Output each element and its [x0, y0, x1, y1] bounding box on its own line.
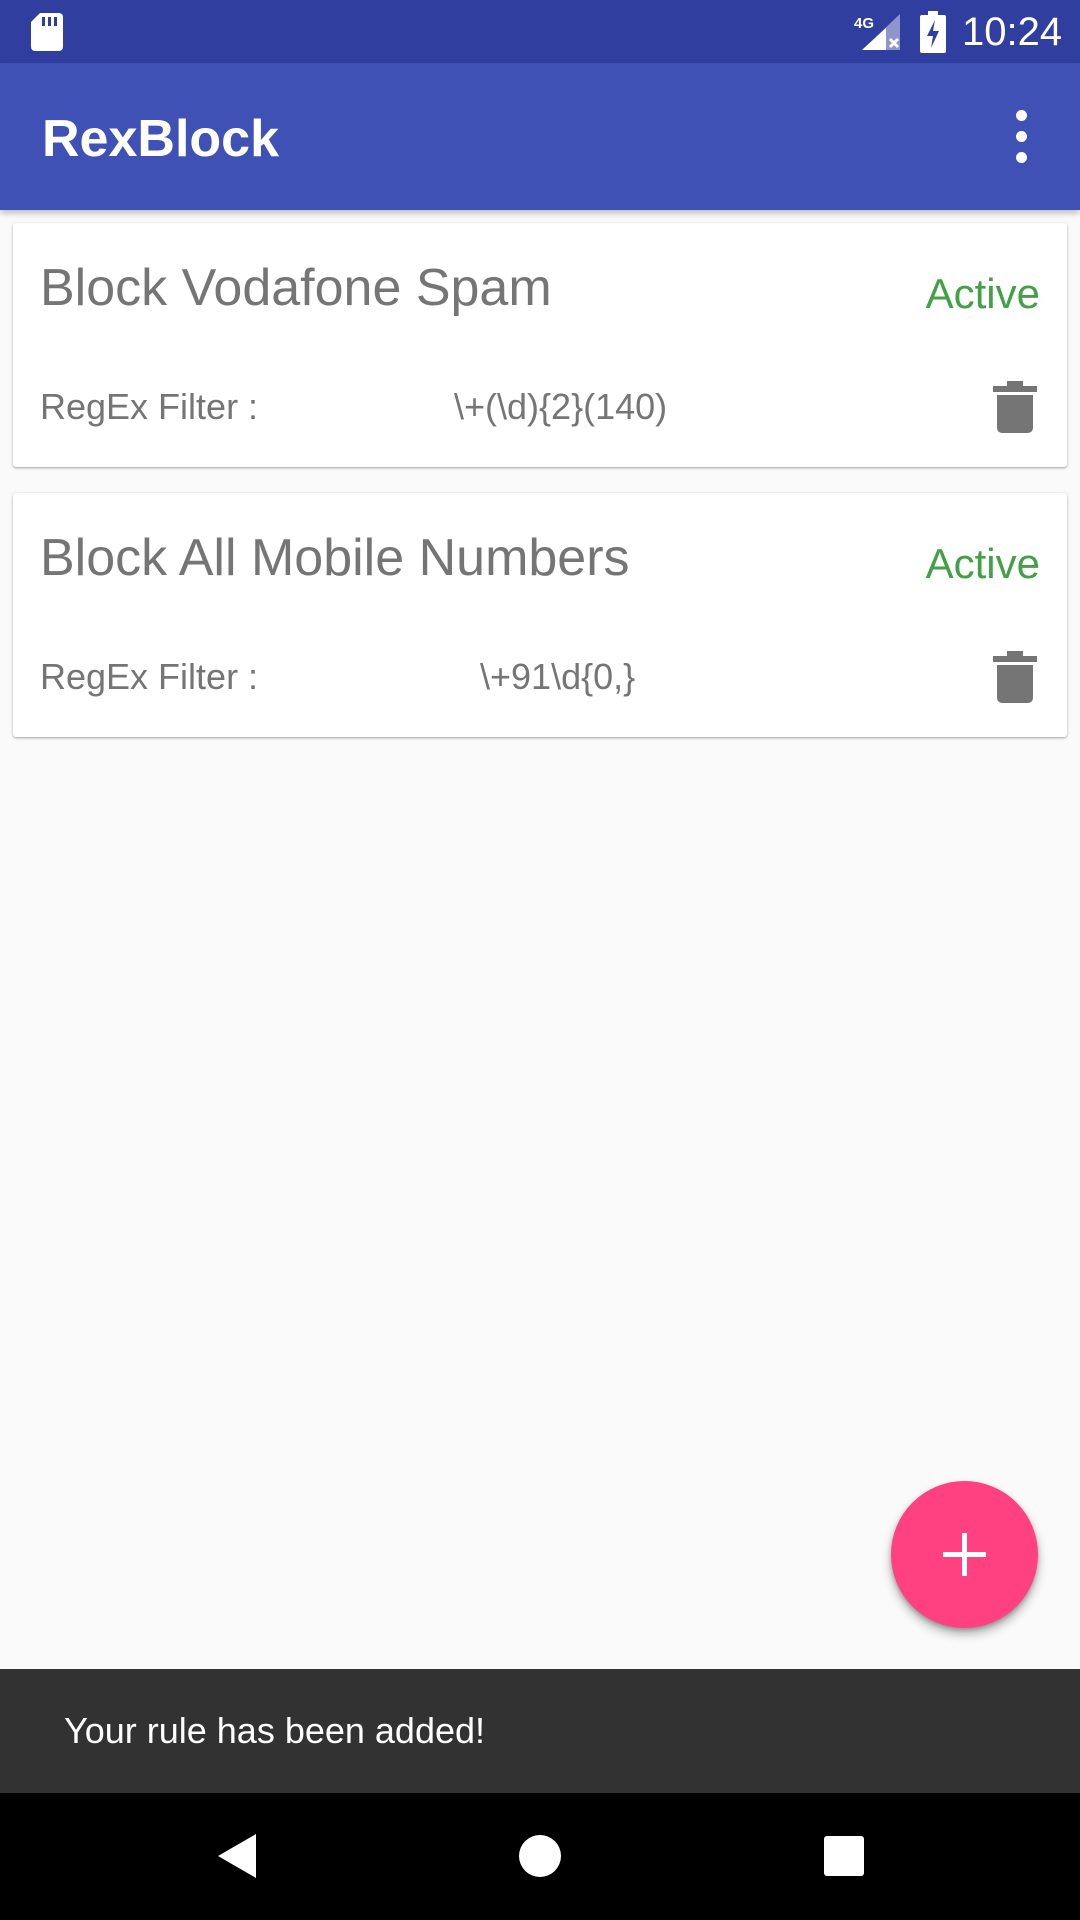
network-type-label: 4G: [854, 15, 874, 32]
back-icon[interactable]: [206, 1826, 266, 1886]
filter-value: \+(\d){2}(140): [454, 386, 668, 427]
filter-value: \+91\d{0,}: [480, 656, 636, 697]
rule-card[interactable]: Block All Mobile Numbers Active RegEx Fi…: [13, 493, 1067, 737]
navigation-bar: [0, 1793, 1080, 1920]
battery-charging-icon: [920, 11, 946, 53]
rule-status: Active: [925, 540, 1040, 587]
menu-dot: [1016, 152, 1027, 163]
more-vert-icon[interactable]: [1000, 103, 1044, 169]
rule-title: Block Vodafone Spam: [40, 259, 552, 317]
filter-label: RegEx Filter :: [40, 656, 259, 697]
home-icon[interactable]: [510, 1826, 570, 1886]
status-time: 10:24: [962, 10, 1063, 54]
app-title: RexBlock: [42, 110, 279, 168]
sd-card-icon: [31, 13, 63, 51]
menu-dot: [1016, 110, 1027, 121]
delete-rule-button[interactable]: [993, 381, 1037, 433]
snackbar-message: Your rule has been added!: [64, 1710, 486, 1751]
plus-icon: [943, 1533, 986, 1576]
trash-icon: [993, 651, 1037, 703]
recents-icon[interactable]: [814, 1826, 874, 1886]
screen: 4G 10:24 RexBlock Block Vodafone Spam Ac…: [0, 0, 1080, 1920]
add-rule-button[interactable]: [891, 1481, 1038, 1628]
menu-dot: [1016, 131, 1027, 142]
rule-status: Active: [925, 270, 1040, 317]
snackbar: Your rule has been added!: [0, 1669, 1080, 1793]
delete-rule-button[interactable]: [993, 651, 1037, 703]
app-bar: RexBlock: [0, 63, 1080, 210]
trash-icon: [993, 381, 1037, 433]
rule-title: Block All Mobile Numbers: [40, 529, 630, 587]
filter-label: RegEx Filter :: [40, 386, 259, 427]
signal-icon: 4G: [854, 14, 900, 50]
status-bar: 4G 10:24: [0, 0, 1080, 63]
rule-card[interactable]: Block Vodafone Spam Active RegEx Filter …: [13, 223, 1067, 467]
